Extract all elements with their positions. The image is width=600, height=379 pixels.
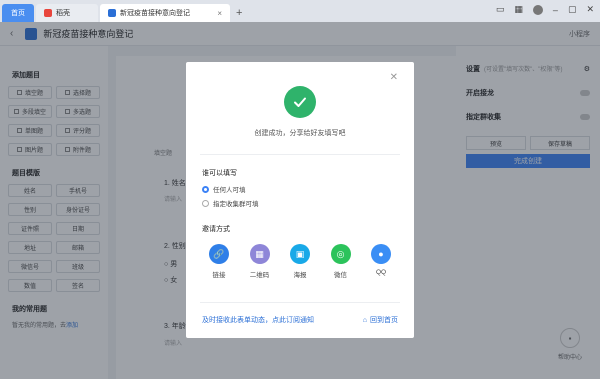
link-icon: 🔗 xyxy=(209,244,229,264)
invite-qq[interactable]: ● QQ xyxy=(364,244,398,279)
close-window-icon[interactable]: ✕ xyxy=(586,4,594,15)
avatar[interactable] xyxy=(532,4,543,15)
invite-poster[interactable]: ▣ 海报 xyxy=(283,244,317,279)
poster-icon: ▣ xyxy=(290,244,310,264)
divider xyxy=(200,154,400,155)
daoke-icon xyxy=(44,9,52,17)
tab-home[interactable]: 首页 xyxy=(2,4,34,22)
maximize-icon[interactable]: ▢ xyxy=(568,4,577,15)
radio-unselected-icon xyxy=(202,199,209,207)
qq-icon: ● xyxy=(371,244,391,264)
success-message: 创建成功，分享给好友填写吧 xyxy=(254,130,346,137)
close-tab-icon[interactable]: × xyxy=(217,9,222,18)
radio-selected-icon xyxy=(202,185,209,193)
window-icon[interactable]: ▭ xyxy=(496,4,505,15)
grid-icon[interactable]: ▦ xyxy=(514,4,523,15)
close-icon[interactable]: ✕ xyxy=(390,72,398,83)
minimize-icon[interactable]: – xyxy=(553,5,558,15)
back-home-link[interactable]: ⌂ 回到首页 xyxy=(363,315,398,325)
who-can-fill-label: 谁可以填写 xyxy=(202,170,237,177)
new-tab-button[interactable]: + xyxy=(236,7,242,19)
tab-daoke[interactable]: 稻壳 xyxy=(36,4,98,22)
form-icon xyxy=(108,9,116,17)
home-icon: ⌂ xyxy=(362,316,367,324)
radio-anyone[interactable]: 任何人可填 xyxy=(202,184,246,194)
divider xyxy=(200,302,400,303)
tab-form-label: 新冠疫苗接种意向登记 xyxy=(120,10,190,17)
tab-bar: 首页 稻壳 新冠疫苗接种意向登记 × + ▭ ▦ – ▢ ✕ xyxy=(0,0,600,22)
radio-group-only[interactable]: 指定收集群可填 xyxy=(202,198,259,208)
subscribe-notify-link[interactable]: 及时接收此表单动态，点此订阅通知 xyxy=(202,315,314,325)
invite-link[interactable]: 🔗 链接 xyxy=(202,244,236,279)
share-modal: ✕ 创建成功，分享给好友填写吧 谁可以填写 任何人可填 指定收集群可填 邀请方式… xyxy=(186,62,414,338)
tab-form[interactable]: 新冠疫苗接种意向登记 × xyxy=(100,4,230,22)
wechat-icon: ◎ xyxy=(330,244,351,264)
qrcode-icon: ▦ xyxy=(249,244,270,264)
window-controls: ▭ ▦ – ▢ ✕ xyxy=(496,4,594,15)
success-check-icon xyxy=(284,86,316,118)
invite-methods: 🔗 链接 ▦ 二维码 ▣ 海报 ◎ 微信 ● QQ xyxy=(202,244,398,279)
invite-label: 邀请方式 xyxy=(202,226,230,233)
tab-daoke-label: 稻壳 xyxy=(56,10,70,17)
invite-qrcode[interactable]: ▦ 二维码 xyxy=(243,244,277,279)
tab-home-label: 首页 xyxy=(11,10,25,17)
invite-wechat[interactable]: ◎ 微信 xyxy=(324,244,358,279)
